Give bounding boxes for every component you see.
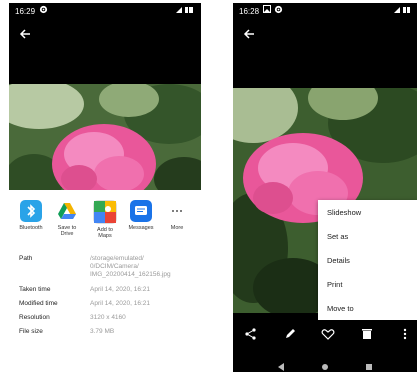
menu-item-label: Details <box>327 256 350 265</box>
delete-trash-icon[interactable] <box>360 327 374 341</box>
share-bluetooth[interactable]: Bluetooth <box>13 200 49 231</box>
more-horizontal-icon <box>166 200 188 222</box>
share-messages[interactable]: Messages <box>123 200 159 231</box>
photo-preview <box>9 84 201 201</box>
menu-item-label: Print <box>327 280 343 289</box>
share-sheet: Bluetooth Save to Drive Add to Maps Mess… <box>9 190 201 372</box>
nav-home-icon[interactable] <box>321 358 329 372</box>
menu-item-move-to[interactable]: Move to <box>318 296 417 320</box>
status-bar: 16:28 <box>233 3 417 19</box>
share-icon[interactable] <box>244 327 258 341</box>
share-label: Messages <box>128 225 154 231</box>
status-bar: 16:29 <box>9 3 201 19</box>
image-notification-icon <box>263 5 271 15</box>
more-vertical-icon[interactable] <box>398 327 412 341</box>
signal-battery-icon <box>393 6 411 16</box>
google-drive-icon <box>56 200 78 222</box>
right-phone-screen: 16:28 Slideshow Set as Details Print Mov… <box>233 3 417 372</box>
share-label: More <box>170 225 184 231</box>
google-maps-icon <box>93 200 117 224</box>
back-arrow-icon[interactable] <box>18 27 32 41</box>
gear-icon <box>274 5 283 16</box>
nav-back-icon[interactable] <box>277 358 285 372</box>
left-phone-screen: 16:29 Bluetooth Save to Drive Add to Map… <box>9 3 201 372</box>
detail-value: 3120 x 4160 <box>90 314 126 321</box>
detail-value: /storage/emulated/ 0/DCIM/Camera/ IMG_20… <box>90 255 171 278</box>
status-time: 16:28 <box>239 7 260 16</box>
edit-pencil-icon[interactable] <box>283 327 297 341</box>
nav-recents-icon[interactable] <box>365 358 373 372</box>
signal-battery-icon <box>175 6 195 16</box>
share-label: Add to Maps <box>97 227 113 239</box>
status-time: 16:29 <box>15 7 36 16</box>
share-label: Save to Drive <box>57 225 77 237</box>
overflow-menu: Slideshow Set as Details Print Move to <box>318 200 417 320</box>
photo-toolbar <box>233 321 417 347</box>
back-arrow-icon[interactable] <box>242 27 256 41</box>
bluetooth-icon <box>20 200 42 222</box>
menu-item-set-as[interactable]: Set as <box>318 224 417 248</box>
messages-icon <box>130 200 152 222</box>
detail-key: File size <box>19 328 43 335</box>
system-nav-bar <box>233 353 417 372</box>
share-drive[interactable]: Save to Drive <box>49 200 85 237</box>
share-label: Bluetooth <box>19 225 43 231</box>
menu-item-label: Move to <box>327 304 354 313</box>
share-maps[interactable]: Add to Maps <box>87 200 123 239</box>
gear-icon <box>39 5 48 16</box>
menu-item-details[interactable]: Details <box>318 248 417 272</box>
share-app-row: Bluetooth Save to Drive Add to Maps Mess… <box>9 200 201 239</box>
menu-item-slideshow[interactable]: Slideshow <box>318 200 417 224</box>
detail-key: Path <box>19 255 33 262</box>
detail-value: April 14, 2020, 16:21 <box>90 300 150 307</box>
share-more[interactable]: More <box>159 200 195 231</box>
menu-item-print[interactable]: Print <box>318 272 417 296</box>
menu-item-label: Slideshow <box>327 208 362 217</box>
detail-key: Modified time <box>19 300 58 307</box>
detail-value: April 14, 2020, 16:21 <box>90 286 150 293</box>
detail-value: 3.79 MB <box>90 328 115 335</box>
page-indicator <box>99 364 111 368</box>
detail-key: Taken time <box>19 286 51 293</box>
detail-key: Resolution <box>19 314 50 321</box>
favorite-heart-icon[interactable] <box>321 327 335 341</box>
menu-item-label: Set as <box>327 232 349 241</box>
